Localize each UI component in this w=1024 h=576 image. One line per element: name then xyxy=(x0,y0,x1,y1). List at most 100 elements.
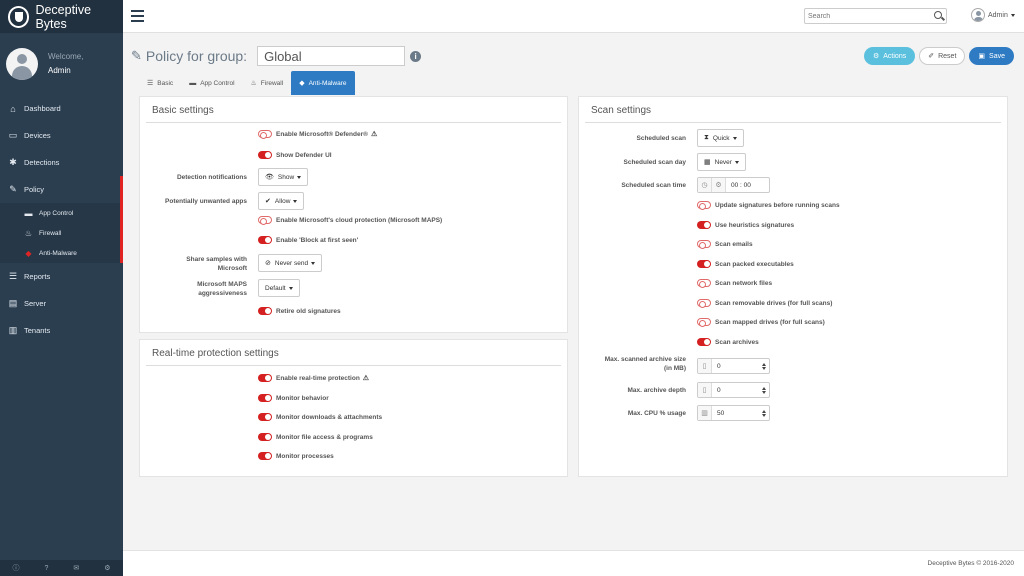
maps-aggressiveness-label: Microsoft MAPS aggressiveness xyxy=(197,280,247,298)
copyright-text: Deceptive Bytes © 2016-2020 xyxy=(927,560,1014,567)
sidebar-item-dashboard[interactable]: ⌂ Dashboard xyxy=(0,95,123,122)
scan-time-picker[interactable]: ◷ ⚙ 00 : 00 xyxy=(697,177,770,193)
archive-depth-stepper[interactable]: ▯ 0 xyxy=(697,382,770,398)
scan-day-select[interactable]: ▦ Never xyxy=(697,153,746,171)
toggle-label: Scan archives xyxy=(715,338,759,346)
monitor-behavior-toggle[interactable] xyxy=(258,394,272,402)
realtime-protection-toggle[interactable] xyxy=(258,374,272,382)
label-line: (in MB) xyxy=(663,365,686,372)
user-menu[interactable]: Admin xyxy=(971,8,1015,22)
reset-button[interactable]: ✐ Reset xyxy=(919,47,966,65)
gears-icon: ⚙ xyxy=(872,53,880,60)
window-icon: ▬ xyxy=(24,208,33,218)
scan-emails-toggle[interactable] xyxy=(697,240,711,249)
share-samples-select[interactable]: ⊘ Never send xyxy=(258,254,323,272)
monitor-downloads-toggle[interactable] xyxy=(258,413,272,421)
actions-button-label: Actions xyxy=(883,52,907,60)
sidebar-item-label: Reports xyxy=(24,272,51,281)
spinner-arrows-icon[interactable] xyxy=(760,362,767,370)
logo-icon xyxy=(8,5,30,28)
monitor-processes-row: Monitor processes xyxy=(258,452,334,460)
menu-toggle-icon[interactable] xyxy=(131,10,144,25)
block-first-seen-row: Enable 'Block at first seen' xyxy=(258,236,358,244)
scheduled-scan-select[interactable]: ⧗ Quick xyxy=(697,129,744,147)
retire-old-row: Retire old signatures xyxy=(258,307,341,315)
sidebar-subitem-anti-malware[interactable]: ◆ Anti-Malware xyxy=(0,243,120,263)
user-name: Admin xyxy=(48,66,71,75)
chat-icon[interactable]: ✉ xyxy=(73,564,79,572)
search-icon[interactable] xyxy=(934,11,942,19)
logo-bar[interactable]: Deceptive Bytes xyxy=(0,0,123,33)
tab-app-control[interactable]: ▬ App Control xyxy=(181,71,242,95)
scan-toggle-row: Use heuristics signatures xyxy=(697,221,794,229)
spinner-arrows-icon[interactable] xyxy=(760,386,767,394)
panel-title: Basic settings xyxy=(152,105,214,116)
toggle-label: Update signatures before running scans xyxy=(715,201,840,209)
label-line: Share samples with xyxy=(186,256,247,263)
chevron-down-icon xyxy=(288,286,293,290)
tab-label: App Control xyxy=(200,79,235,87)
cloud-protection-toggle[interactable] xyxy=(258,216,272,225)
tab-basic[interactable]: ☰ Basic xyxy=(139,71,181,95)
help-icon[interactable]: ? xyxy=(44,565,48,572)
cpu-usage-stepper[interactable]: ▥ 50 xyxy=(697,405,770,421)
scan-toggle-row: Scan emails xyxy=(697,240,753,249)
gear-icon[interactable]: ⚙ xyxy=(712,178,726,192)
sidebar-subitem-app-control[interactable]: ▬ App Control xyxy=(0,203,120,223)
realtime-protection-row: Enable real-time protection ⚠ xyxy=(258,374,369,382)
actions-button[interactable]: ⚙ Actions xyxy=(863,47,916,65)
file-icon: ▯ xyxy=(698,359,712,373)
toggle-label: Enable 'Block at first seen' xyxy=(276,236,359,244)
sidebar-item-devices[interactable]: ▭ Devices xyxy=(0,122,123,149)
enable-defender-toggle[interactable] xyxy=(258,130,272,139)
detection-notifications-select[interactable]: 👁 Show xyxy=(258,168,309,186)
scan-removable-toggle[interactable] xyxy=(697,299,711,308)
block-first-seen-toggle[interactable] xyxy=(258,236,272,244)
heuristics-toggle[interactable] xyxy=(697,221,711,229)
tab-firewall[interactable]: ♨ Firewall xyxy=(243,71,292,95)
scan-packed-toggle[interactable] xyxy=(697,260,711,268)
tab-anti-malware[interactable]: ◆ Anti-Malware xyxy=(291,71,355,95)
search-input[interactable] xyxy=(805,9,925,24)
pua-select[interactable]: ✔ Allow xyxy=(258,192,305,210)
sidebar-item-policy[interactable]: ✎ Policy xyxy=(0,176,123,203)
settings-icon[interactable]: ⚙ xyxy=(104,564,110,572)
calendar-icon: ▦ xyxy=(704,159,711,166)
sidebar-subitem-label: App Control xyxy=(39,209,74,217)
sidebar-item-server[interactable]: ▤ Server xyxy=(0,290,123,317)
update-signatures-toggle[interactable] xyxy=(697,201,711,210)
panel-title: Real-time protection settings xyxy=(152,348,279,359)
group-name-field[interactable] xyxy=(257,46,406,66)
check-icon: ✔ xyxy=(265,198,271,205)
sidebar-item-detections[interactable]: ✱ Detections xyxy=(0,149,123,176)
sidebar: Deceptive Bytes Welcome, Admin ⌂ Dashboa… xyxy=(0,0,123,576)
building-icon: ▥ xyxy=(8,325,18,335)
sidebar-item-tenants[interactable]: ▥ Tenants xyxy=(0,317,123,344)
sidebar-item-label: Dashboard xyxy=(24,104,61,113)
fire-icon: ♨ xyxy=(250,80,257,87)
home-icon: ⌂ xyxy=(10,103,16,114)
monitor-behavior-row: Monitor behavior xyxy=(258,394,329,402)
scan-archives-toggle[interactable] xyxy=(697,338,711,346)
info-icon[interactable]: ⓘ xyxy=(12,563,19,573)
save-button[interactable]: ▣ Save xyxy=(969,47,1014,65)
scan-mapped-toggle[interactable] xyxy=(697,318,711,327)
scan-network-toggle[interactable] xyxy=(697,279,711,288)
info-icon[interactable]: i xyxy=(410,50,422,62)
maps-aggressiveness-select[interactable]: Default xyxy=(258,279,300,297)
toggle-label: Monitor file access & programs xyxy=(276,433,373,441)
scheduled-scan-label: Scheduled scan xyxy=(636,135,687,142)
toggle-label: Monitor downloads & attachments xyxy=(276,413,383,421)
edit-icon: ✎ xyxy=(131,48,142,63)
spinner-arrows-icon[interactable] xyxy=(760,409,767,417)
select-value: Never xyxy=(714,158,732,166)
archive-size-stepper[interactable]: ▯ 0 xyxy=(697,358,770,374)
sidebar-item-reports[interactable]: ☰ Reports xyxy=(0,263,123,290)
monitor-file-access-toggle[interactable] xyxy=(258,433,272,441)
sidebar-subitem-firewall[interactable]: ♨ Firewall xyxy=(0,223,120,243)
window-icon: ▬ xyxy=(189,79,197,87)
show-defender-ui-toggle[interactable] xyxy=(258,151,272,159)
select-value: Never send xyxy=(274,259,309,267)
monitor-processes-toggle[interactable] xyxy=(258,452,272,460)
retire-old-toggle[interactable] xyxy=(258,307,272,315)
